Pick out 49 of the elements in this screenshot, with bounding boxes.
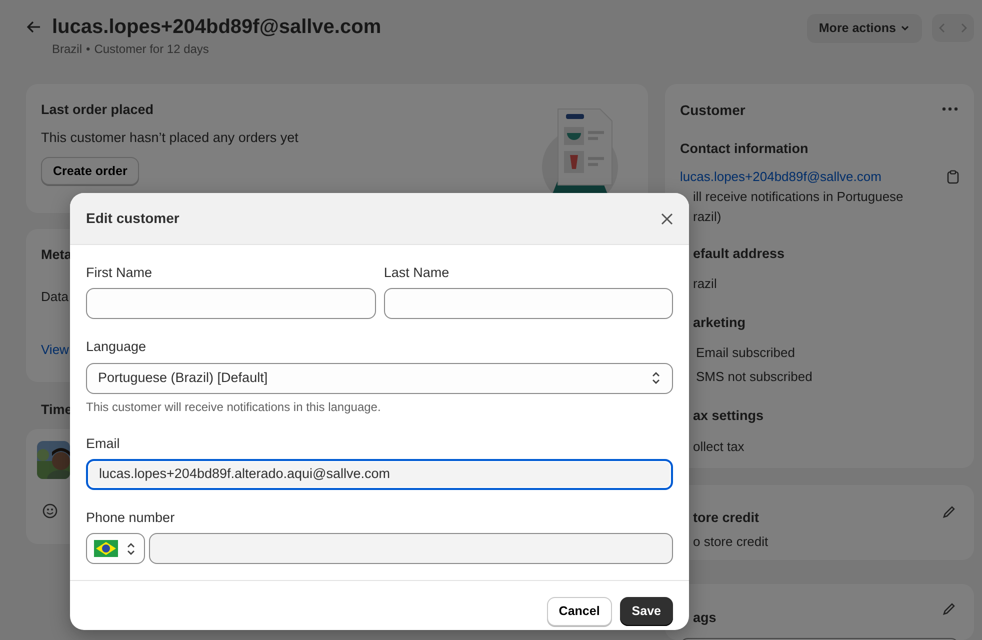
more-icon[interactable]	[942, 107, 958, 111]
close-icon[interactable]	[661, 212, 673, 224]
pencil-icon[interactable]	[942, 505, 956, 519]
country-select[interactable]	[86, 533, 145, 564]
country-text: Brazil	[52, 41, 82, 58]
card-title: Last order placed	[41, 101, 154, 119]
email-field[interactable]: lucas.lopes+204bd89f.alterado.aqui@sallve.com	[86, 458, 673, 490]
customer-email-title: lucas.lopes+204bd89f@sallve.com	[52, 15, 382, 40]
create-order-button[interactable]: Create order	[41, 156, 140, 186]
section-text: Email subscribed	[696, 344, 795, 362]
notification-note: ill receive notifications in Portuguese	[693, 188, 904, 206]
text-field[interactable]	[86, 288, 376, 320]
section-heading: ax settings	[692, 407, 764, 426]
section-heading: Contact information	[680, 140, 808, 158]
text-field[interactable]	[384, 288, 674, 320]
pencil-icon[interactable]	[942, 602, 956, 616]
section-heading: efault address	[692, 244, 785, 263]
field-label: Email	[86, 434, 121, 452]
section-heading: arketing	[692, 314, 746, 332]
card-title: tore credit	[692, 509, 760, 527]
empty-orders-text: This customer hasn’t placed any orders yet	[41, 129, 298, 148]
bullet-separator: •	[86, 41, 90, 58]
card-title: ags	[692, 609, 716, 627]
flag-icon	[94, 540, 118, 557]
cancel-button[interactable]: Cancel	[546, 597, 612, 626]
clipboard-icon[interactable]	[947, 170, 959, 184]
card-title: Customer	[680, 101, 746, 120]
field-label: Language	[86, 338, 148, 356]
metafield-row-label: Data	[41, 288, 68, 306]
back-icon[interactable]	[26, 19, 42, 35]
save-button[interactable]: Save	[620, 597, 673, 626]
section-text: SMS not subscribed	[696, 368, 812, 386]
select-arrows-icon	[126, 542, 136, 556]
language-select[interactable]: Portuguese (Brazil) [Default]	[86, 362, 673, 394]
field-label: Phone number	[86, 508, 176, 527]
customer-since-text: Customer for 12 days	[94, 41, 209, 58]
notification-note: razil)	[693, 208, 722, 226]
chevron-down-icon	[900, 23, 910, 34]
store-credit-text: o store credit	[692, 533, 768, 552]
section-text: razil	[693, 275, 717, 293]
help-text: This customer will receive notifications in this language.	[86, 398, 381, 416]
more-actions-button[interactable]: More actions	[806, 14, 922, 43]
smiley-icon[interactable]	[42, 503, 58, 520]
select-arrows-icon	[651, 371, 661, 385]
field-label: Last Name	[384, 264, 450, 282]
field-label: First Name	[86, 264, 154, 282]
section-text: ollect tax	[693, 438, 744, 456]
dialog-title: Edit customer	[86, 209, 180, 228]
phone-field[interactable]	[149, 533, 673, 564]
